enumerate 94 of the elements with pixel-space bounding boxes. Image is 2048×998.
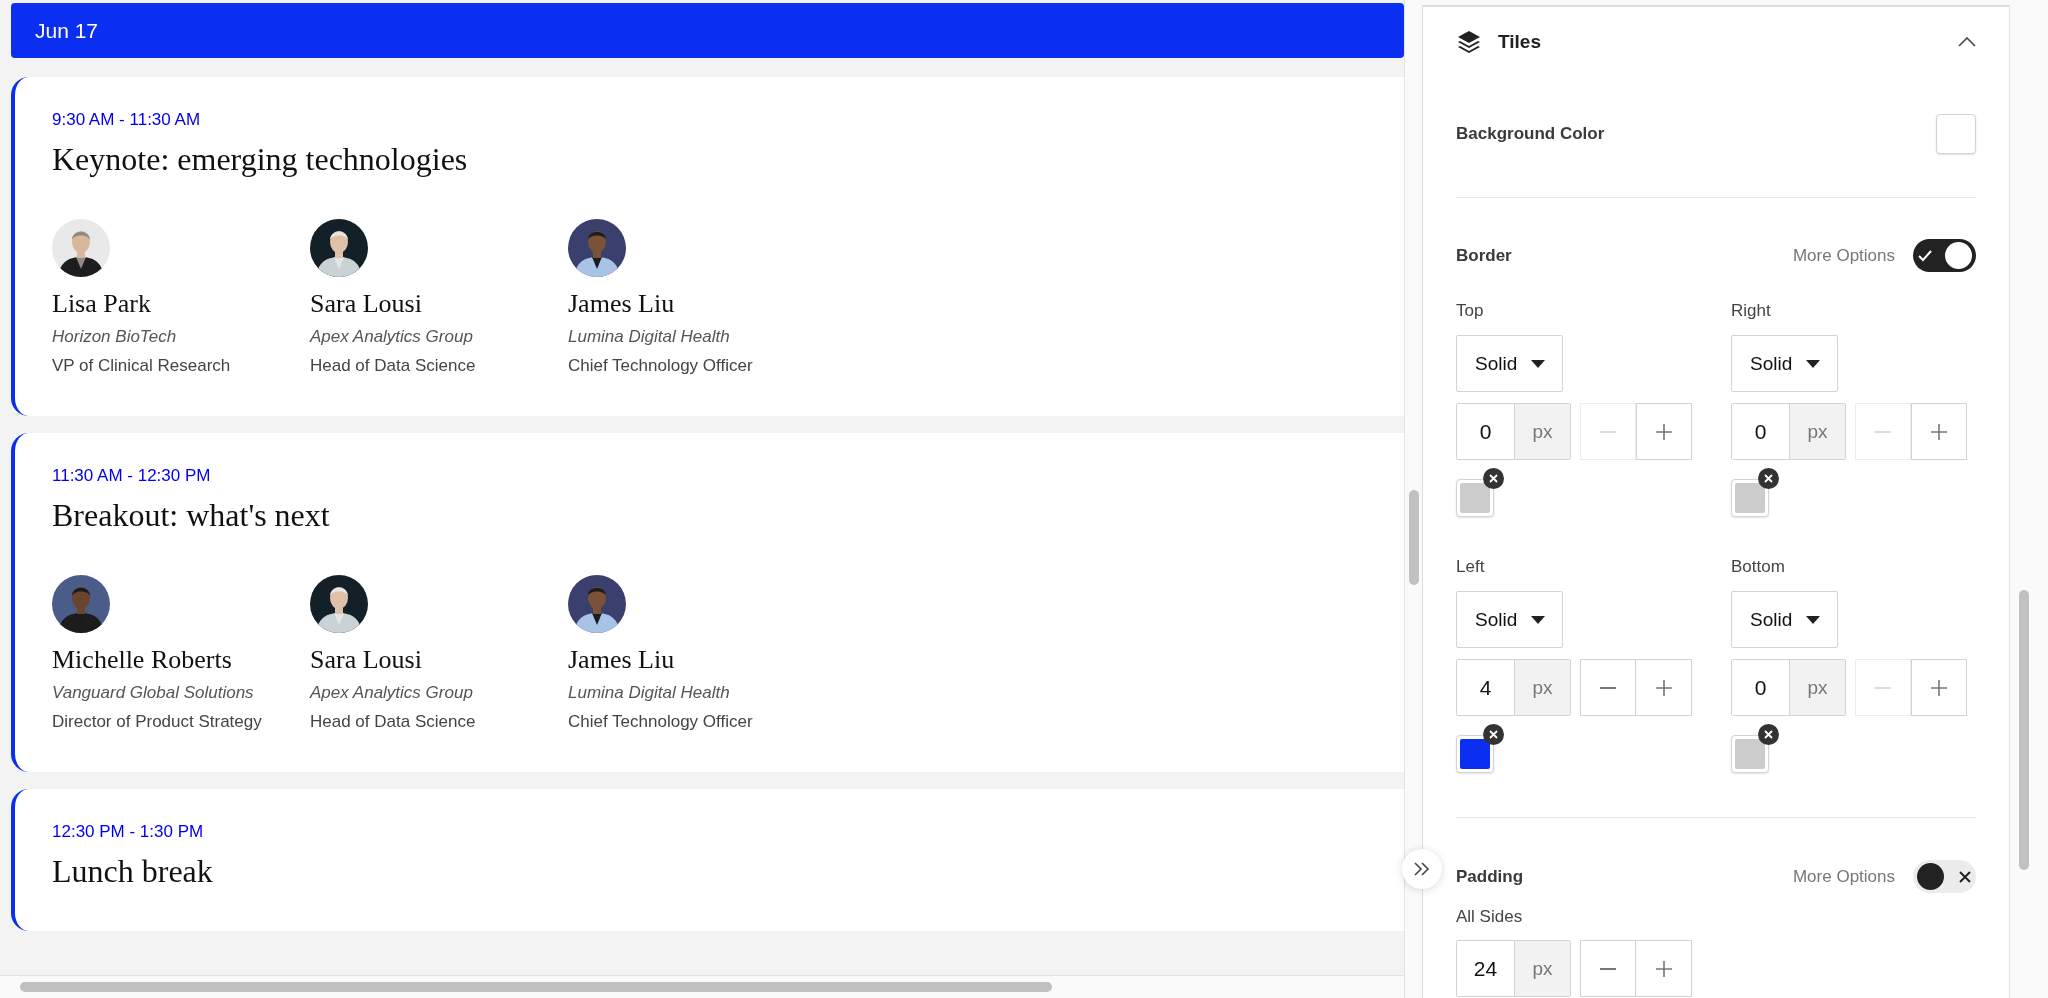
close-icon — [1489, 730, 1498, 739]
remove-color-button[interactable] — [1483, 724, 1504, 745]
increment-button[interactable] — [1636, 940, 1692, 997]
speaker-name: Michelle Roberts — [52, 645, 233, 675]
session-title: Breakout: what's next — [52, 496, 330, 535]
style-dropdown[interactable]: Solid — [1731, 335, 1838, 392]
speaker-name: Sara Lousi — [310, 289, 423, 319]
unit-label: px — [1790, 660, 1845, 715]
speaker-role: Director of Product Strategy — [52, 712, 263, 732]
close-icon — [1958, 869, 1972, 884]
minus-icon — [1600, 430, 1616, 433]
caret-icon — [1806, 615, 1821, 624]
minus-icon — [1875, 430, 1891, 433]
color-swatch[interactable] — [1456, 479, 1494, 517]
plus-icon — [1655, 960, 1672, 977]
close-icon — [1764, 474, 1773, 483]
all-sides-label: All Sides — [1456, 906, 1524, 928]
padding-label: Padding — [1456, 866, 1524, 887]
speaker-company: Apex Analytics Group — [310, 683, 474, 703]
close-icon — [1489, 474, 1498, 483]
width-field[interactable]: 0 px — [1456, 403, 1571, 460]
chevron-up-icon — [1958, 37, 1976, 47]
caret-icon — [1531, 615, 1546, 624]
side-label: Left — [1456, 556, 1485, 578]
plus-icon — [1931, 679, 1947, 696]
speaker-role: VP of Clinical Research — [52, 356, 232, 376]
speaker-company: Lumina Digital Health — [568, 327, 731, 347]
plus-icon — [1655, 679, 1672, 696]
layers-icon — [1456, 29, 1482, 55]
width-field[interactable]: 0 px — [1731, 403, 1846, 460]
width-field[interactable]: 4 px — [1456, 659, 1571, 716]
color-swatch[interactable] — [1456, 735, 1494, 773]
minus-icon — [1875, 686, 1891, 689]
plus-icon — [1931, 423, 1947, 440]
session-title: Keynote: emerging technologies — [52, 140, 468, 179]
speaker-company: Apex Analytics Group — [310, 327, 474, 347]
speaker-role: Head of Data Science — [310, 712, 477, 732]
color-swatch[interactable] — [1936, 114, 1976, 154]
close-icon — [1764, 730, 1773, 739]
speaker-name: Sara Lousi — [310, 645, 423, 675]
speaker-company: Lumina Digital Health — [568, 683, 731, 703]
toggle-switch[interactable] — [1913, 239, 1976, 272]
speaker-role: Head of Data Science — [310, 356, 477, 376]
remove-color-button[interactable] — [1758, 468, 1779, 489]
color-swatch[interactable] — [1731, 735, 1769, 773]
plus-icon — [1656, 423, 1672, 440]
side-label: Right — [1731, 300, 1771, 322]
remove-color-button[interactable] — [1758, 724, 1779, 745]
caret-icon — [1531, 359, 1546, 368]
increment-button[interactable] — [1911, 403, 1967, 460]
vertical-scrollbar[interactable] — [1404, 0, 1422, 998]
speaker-name: Lisa Park — [52, 289, 152, 319]
side-label: Bottom — [1731, 556, 1785, 578]
session-time: 11:30 AM - 12:30 PM — [52, 465, 211, 487]
caret-icon — [1806, 359, 1821, 368]
speaker-name: James Liu — [568, 289, 676, 319]
section-title: Tiles — [1498, 31, 1542, 53]
style-dropdown[interactable]: Solid — [1731, 591, 1838, 648]
session-title: Lunch break — [52, 852, 213, 891]
double-chevron-icon — [1413, 861, 1431, 877]
unit-label: px — [1515, 941, 1570, 996]
more-options-label: More Options — [1792, 245, 1895, 266]
style-dropdown[interactable]: Solid — [1456, 591, 1563, 648]
minus-icon — [1600, 967, 1616, 970]
background-color-label: Background Color — [1456, 124, 1605, 144]
more-options-label: More Options — [1792, 866, 1895, 887]
speaker-name: James Liu — [568, 645, 676, 675]
width-field[interactable]: 0 px — [1731, 659, 1846, 716]
speaker-role: Chief Technology Officer — [568, 712, 754, 732]
color-swatch[interactable] — [1731, 479, 1769, 517]
speaker-role: Chief Technology Officer — [568, 356, 754, 376]
speaker-company: Horizon BioTech — [52, 327, 178, 347]
decrement-button[interactable] — [1580, 659, 1636, 716]
decrement-button[interactable] — [1580, 940, 1636, 997]
unit-label: px — [1790, 404, 1845, 459]
session-time: 9:30 AM - 11:30 AM — [52, 109, 201, 131]
horizontal-scrollbar[interactable] — [0, 975, 1404, 998]
border-label: Border — [1456, 245, 1512, 266]
remove-color-button[interactable] — [1483, 468, 1504, 489]
toggle-switch[interactable] — [1913, 860, 1976, 893]
width-field[interactable]: 24 px — [1456, 940, 1571, 997]
unit-label: px — [1515, 660, 1570, 715]
date-header: Jun 17 — [11, 3, 1404, 58]
increment-button[interactable] — [1911, 659, 1967, 716]
unit-label: px — [1515, 404, 1570, 459]
check-icon — [1917, 248, 1933, 263]
increment-button[interactable] — [1636, 659, 1692, 716]
collapse-button[interactable] — [1958, 37, 1976, 47]
speaker-company: Vanguard Global Solutions — [52, 683, 255, 703]
session-time: 12:30 PM - 1:30 PM — [52, 821, 204, 843]
style-dropdown[interactable]: Solid — [1456, 335, 1563, 392]
increment-button[interactable] — [1636, 403, 1692, 460]
side-label: Top — [1456, 300, 1484, 322]
minus-icon — [1600, 686, 1616, 689]
